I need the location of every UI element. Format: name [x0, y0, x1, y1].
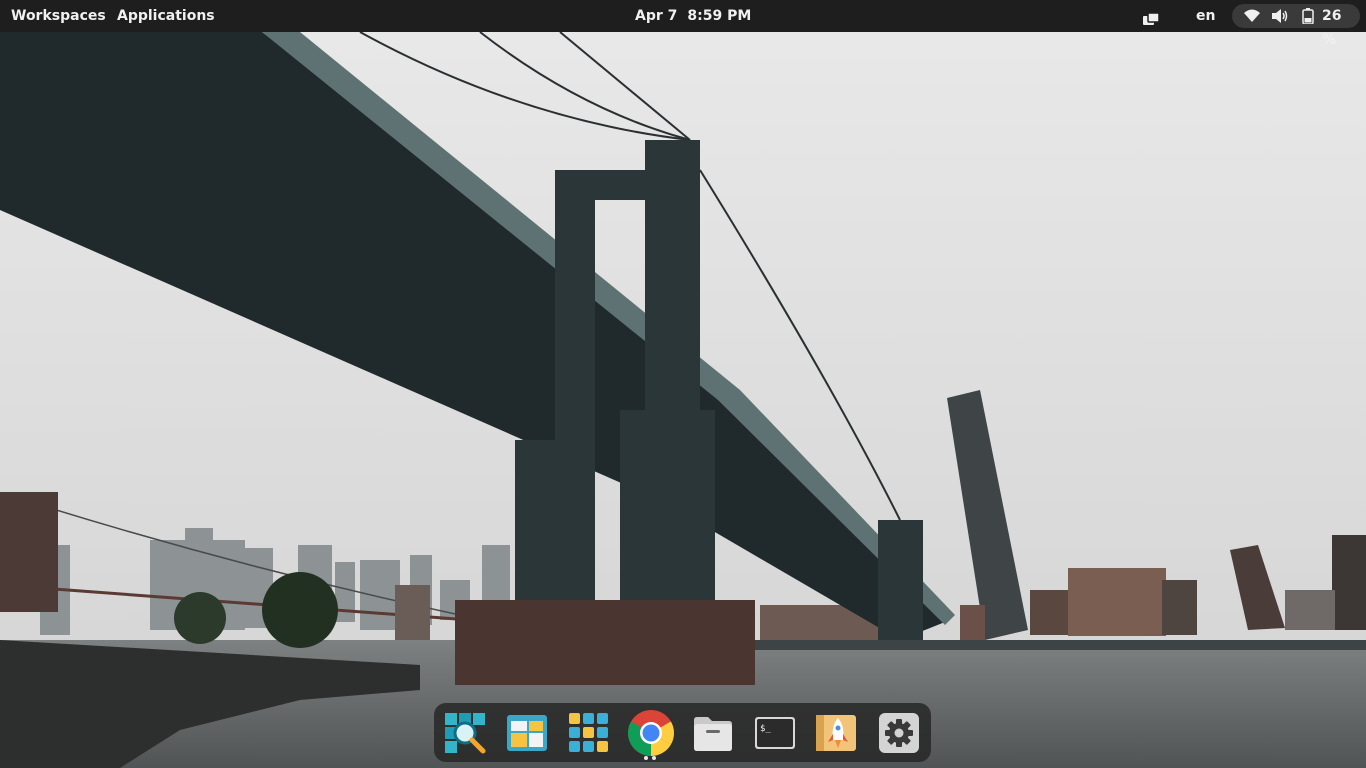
- running-indicator-dot: [644, 756, 648, 760]
- grid-icon: [569, 713, 608, 752]
- dock-item-files[interactable]: [692, 712, 734, 754]
- clock-date: Apr 7: [635, 8, 678, 24]
- workspaces-button[interactable]: Workspaces: [11, 0, 106, 32]
- terminal-prompt-glyph: $_: [760, 724, 771, 734]
- chrome-icon: [628, 710, 674, 756]
- tiling-icon: [507, 715, 547, 751]
- bridge-pier: [455, 600, 755, 685]
- dock-item-magnifier[interactable]: [444, 712, 486, 754]
- system-status-menu[interactable]: 26 %: [1232, 4, 1360, 48]
- wifi-icon: [1243, 8, 1261, 28]
- battery-icon: [1302, 8, 1314, 28]
- dock-item-app-grid[interactable]: [568, 712, 610, 754]
- desktop[interactable]: Workspaces Applications Apr 7 8:59 PM en: [0, 0, 1366, 768]
- windows-icon[interactable]: [1142, 8, 1160, 25]
- folder-icon: [694, 717, 732, 751]
- rocket-icon: [816, 715, 856, 751]
- dock-item-chrome[interactable]: [627, 709, 675, 757]
- bridge-far-tower: [878, 520, 923, 640]
- dock: $_: [434, 703, 931, 762]
- applications-menu-button[interactable]: Applications: [117, 0, 215, 32]
- keyboard-language-indicator[interactable]: en: [1196, 0, 1215, 32]
- running-indicator-dot: [652, 756, 656, 760]
- clock[interactable]: Apr 7 8:59 PM: [635, 0, 751, 32]
- top-bar: Workspaces Applications Apr 7 8:59 PM en: [0, 0, 1366, 48]
- dock-item-settings[interactable]: [878, 712, 920, 754]
- volume-icon: [1271, 8, 1289, 28]
- wallpaper: [0, 0, 1366, 768]
- magnifier-icon: [445, 713, 486, 754]
- dock-item-terminal[interactable]: $_: [754, 712, 796, 754]
- dock-item-launcher[interactable]: [815, 712, 857, 754]
- battery-percentage: 26 %: [1322, 8, 1342, 48]
- dock-item-window-tiling[interactable]: [506, 712, 548, 754]
- clock-time: 8:59 PM: [687, 8, 752, 24]
- gear-icon: [879, 713, 919, 753]
- tree: [174, 592, 226, 644]
- bridge-tower-left: [0, 492, 58, 612]
- tree: [262, 572, 338, 648]
- terminal-icon: $_: [755, 717, 795, 749]
